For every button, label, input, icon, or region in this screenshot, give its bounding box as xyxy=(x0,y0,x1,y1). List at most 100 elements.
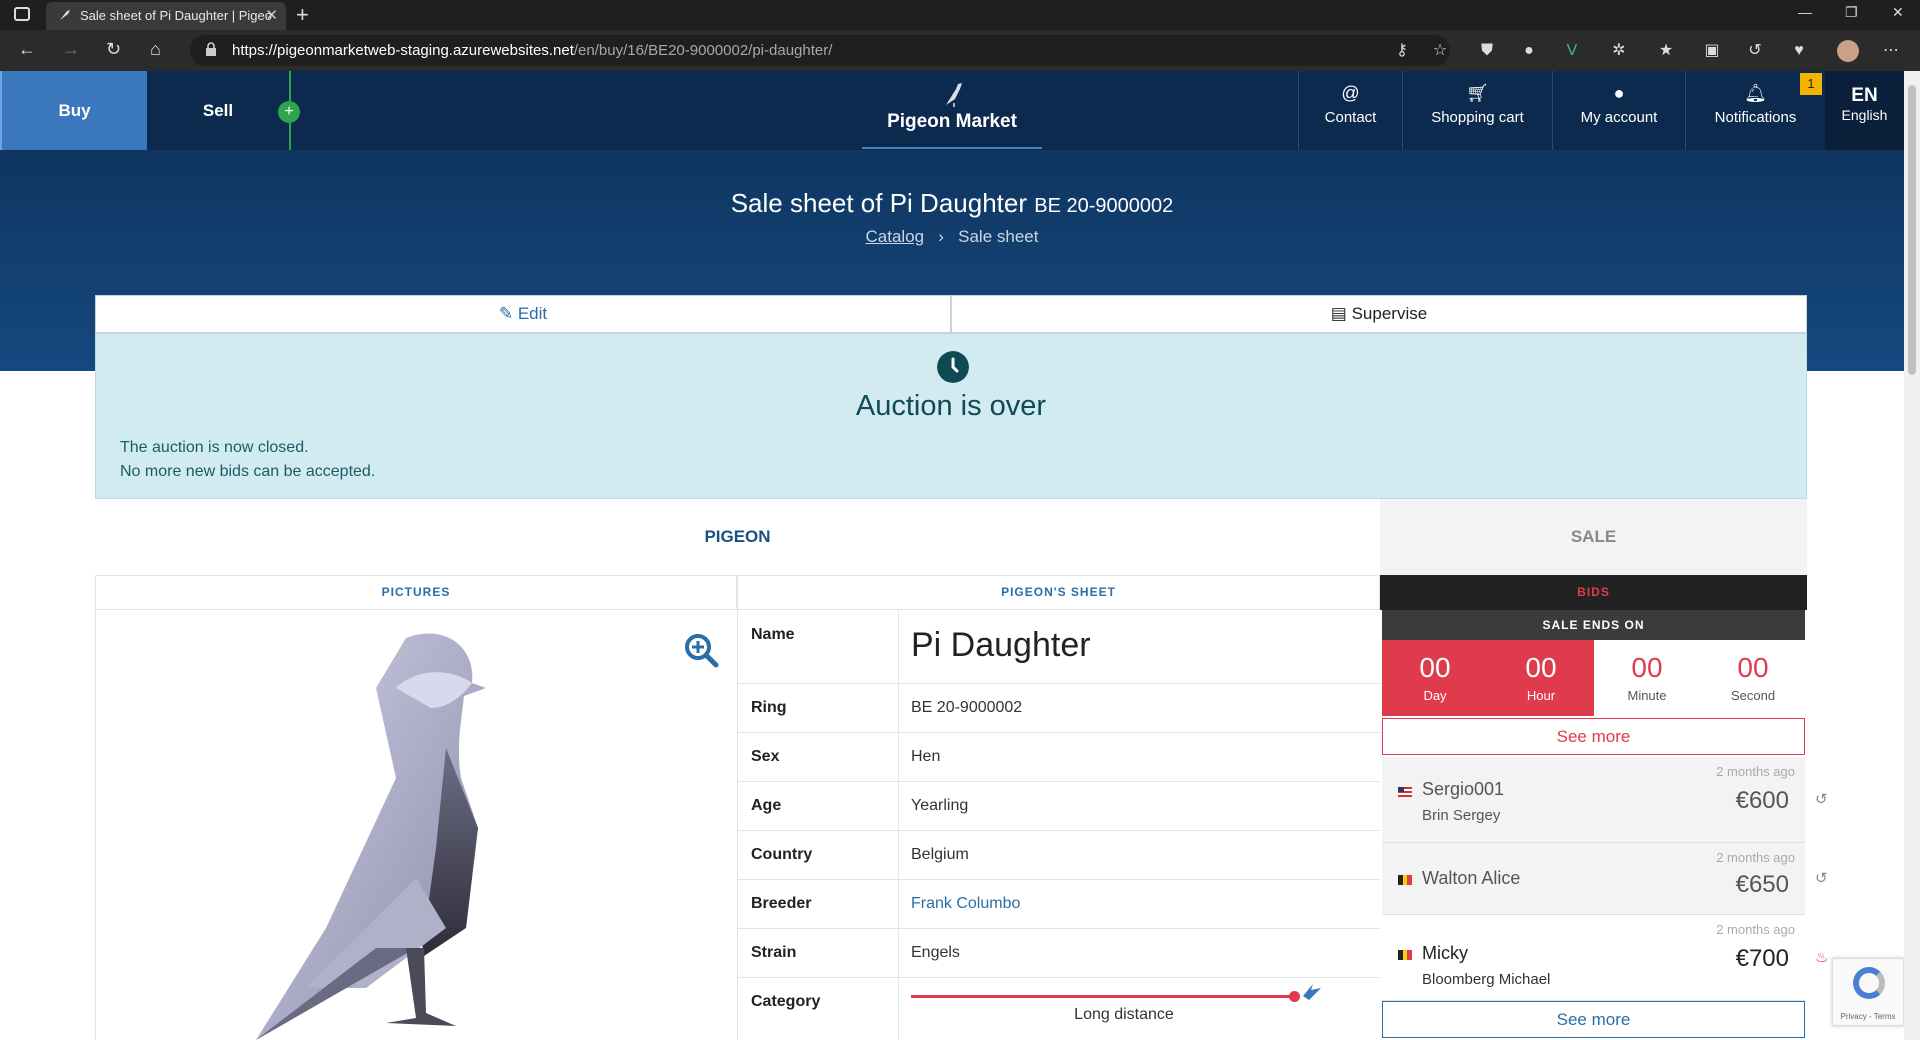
pictures-panel xyxy=(95,610,737,1040)
address-bar: ← → ↻ ⌂ https://pigeonmarketweb-staging.… xyxy=(0,30,1920,71)
bid-history-icon[interactable]: ↺ xyxy=(1815,869,1831,887)
breadcrumb: Catalog › Sale sheet xyxy=(0,227,1904,247)
sheet-row-strain: Strain Engels xyxy=(737,929,1380,978)
countdown-unit: Day xyxy=(1423,688,1447,703)
pigeon-image[interactable] xyxy=(246,628,536,1040)
pigeon-favicon-icon xyxy=(60,10,70,20)
bids-panel: BIDS SALE ENDS ON 00 Day 00 Hour 00 Minu… xyxy=(1380,575,1807,1040)
breeder-link[interactable]: Frank Columbo xyxy=(911,895,1020,913)
document-icon: ▤ xyxy=(1330,304,1347,323)
brand-name: Pigeon Market xyxy=(887,111,1017,132)
more-menu-icon[interactable]: ⋯ xyxy=(1882,42,1900,60)
sheet-label: Country xyxy=(751,846,813,863)
new-tab-icon[interactable]: + xyxy=(296,2,309,28)
breadcrumb-catalog-link[interactable]: Catalog xyxy=(866,227,925,246)
bidder-username: Micky xyxy=(1422,943,1468,963)
bidder-name: Brin Sergey xyxy=(1422,807,1501,824)
minimize-icon[interactable]: — xyxy=(1798,4,1812,20)
bid-time: 2 months ago xyxy=(1716,764,1795,779)
vue-extension-icon[interactable]: V xyxy=(1563,42,1581,60)
language-selector[interactable]: EN English xyxy=(1825,71,1904,150)
window-menu-icon[interactable] xyxy=(14,7,30,21)
shield-extension-icon[interactable]: ⛊ xyxy=(1478,42,1496,60)
edit-button[interactable]: ✎ Edit xyxy=(95,295,951,333)
nav-contact-label: Contact xyxy=(1324,109,1377,126)
zoom-in-icon[interactable] xyxy=(683,632,719,668)
alert-line-2: No more new bids can be accepted. xyxy=(120,463,376,480)
countdown-second: 00 Second xyxy=(1700,640,1806,716)
sheet-value: Belgium xyxy=(911,846,969,863)
nav-buy-tab[interactable]: Buy xyxy=(0,71,147,150)
bids-header: BIDS xyxy=(1380,575,1807,610)
browser-tab[interactable]: Sale sheet of Pi Daughter | Pigeo ✕ xyxy=(46,2,286,30)
countdown-value: 00 xyxy=(1631,652,1663,683)
puzzle-icon[interactable]: ✲ xyxy=(1610,42,1628,60)
back-icon[interactable]: ← xyxy=(18,39,36,60)
favorite-add-icon[interactable]: ☆ xyxy=(1431,42,1449,60)
pencil-icon: ✎ xyxy=(498,304,514,323)
bid-row-winning: 2 months ago Micky Bloomberg Michael €70… xyxy=(1382,915,1805,1001)
sheet-value: Hen xyxy=(911,748,941,765)
reload-icon[interactable]: ↻ xyxy=(106,39,121,60)
extension-circle-icon[interactable]: ● xyxy=(1520,42,1538,60)
sheet-row-breeder: Breeder Frank Columbo xyxy=(737,880,1380,929)
sale-ends-on-header: SALE ENDS ON xyxy=(1382,610,1805,640)
nav-contact[interactable]: @ Contact xyxy=(1298,71,1402,150)
add-sale-button[interactable]: + xyxy=(278,101,300,123)
action-bar: ✎ Edit ▤ Supervise xyxy=(95,295,1807,333)
breadcrumb-chevron-icon: › xyxy=(928,227,954,246)
browser-essentials-icon[interactable]: ♥ xyxy=(1790,42,1808,60)
at-icon: @ xyxy=(1341,83,1360,103)
brand-logo[interactable]: Pigeon Market xyxy=(862,81,1042,149)
key-icon[interactable]: ⚷ xyxy=(1393,42,1411,60)
countdown-value: 00 xyxy=(1737,652,1769,683)
page-title: Sale sheet of Pi Daughter BE 20-9000002 xyxy=(0,188,1904,219)
nav-my-account[interactable]: ● My account xyxy=(1552,71,1685,150)
bid-time: 2 months ago xyxy=(1716,850,1795,865)
profile-avatar[interactable] xyxy=(1837,40,1859,62)
tab-pigeon[interactable]: PIGEON xyxy=(95,499,1380,575)
belgium-flag-icon xyxy=(1398,875,1412,885)
favorites-icon[interactable]: ★ xyxy=(1657,42,1675,60)
forward-icon[interactable]: → xyxy=(62,39,80,60)
language-label: English xyxy=(1841,107,1888,123)
flame-icon: ♨ xyxy=(1815,949,1829,966)
close-tab-icon[interactable]: ✕ xyxy=(265,2,278,30)
nav-shopping-cart[interactable]: 🛒︎ Shopping cart xyxy=(1402,71,1552,150)
bird-icon xyxy=(1303,984,1321,1000)
supervise-button[interactable]: ▤ Supervise xyxy=(951,295,1807,333)
home-icon[interactable]: ⌂ xyxy=(150,39,161,60)
user-icon: ● xyxy=(1613,83,1625,103)
edit-label: Edit xyxy=(517,304,548,323)
nav-account-label: My account xyxy=(1580,109,1658,126)
sheet-row-age: Age Yearling xyxy=(737,782,1380,831)
close-window-icon[interactable]: ✕ xyxy=(1892,4,1904,21)
top-navigation: Buy Sell + Pigeon Market @ Contact 🛒︎ Sh… xyxy=(0,71,1904,150)
page-title-text: Sale sheet of Pi Daughter xyxy=(730,188,1028,218)
sheet-value: Yearling xyxy=(911,797,969,814)
bid-history-icon[interactable]: ↺ xyxy=(1815,790,1831,808)
collections-icon[interactable]: ▣ xyxy=(1703,42,1721,60)
restore-icon[interactable]: ❐ xyxy=(1845,4,1858,21)
bid-amount: €700 xyxy=(1735,945,1789,972)
section-tabs: PIGEON SALE xyxy=(95,499,1807,575)
alert-heading: Auction is over xyxy=(855,390,1047,422)
countdown-minute: 00 Minute xyxy=(1594,640,1700,716)
notification-count-badge: 1 xyxy=(1800,73,1822,95)
countdown-value: 00 xyxy=(1419,652,1451,683)
see-more-countdown-button[interactable]: See more xyxy=(1382,718,1805,755)
sheet-row-ring: Ring BE 20-9000002 xyxy=(737,684,1380,733)
tab-sale[interactable]: SALE xyxy=(1380,499,1807,575)
bid-amount: €650 xyxy=(1735,871,1789,898)
scrollbar-thumb[interactable] xyxy=(1908,85,1916,375)
sheet-value: Pi Daughter xyxy=(911,626,1091,664)
nav-sell-tab[interactable]: Sell xyxy=(147,71,291,150)
page-scrollbar[interactable] xyxy=(1904,71,1920,1040)
recaptcha-badge[interactable]: Privacy - Terms xyxy=(1832,958,1904,1026)
auction-over-alert: Auction is over The auction is now close… xyxy=(95,333,1807,499)
see-more-bids-button[interactable]: See more xyxy=(1382,1001,1805,1038)
sheet-label: Age xyxy=(751,797,782,814)
pictures-header: PICTURES xyxy=(95,575,737,610)
sheet-label: Category xyxy=(751,993,821,1010)
history-icon[interactable]: ↺ xyxy=(1746,42,1764,60)
